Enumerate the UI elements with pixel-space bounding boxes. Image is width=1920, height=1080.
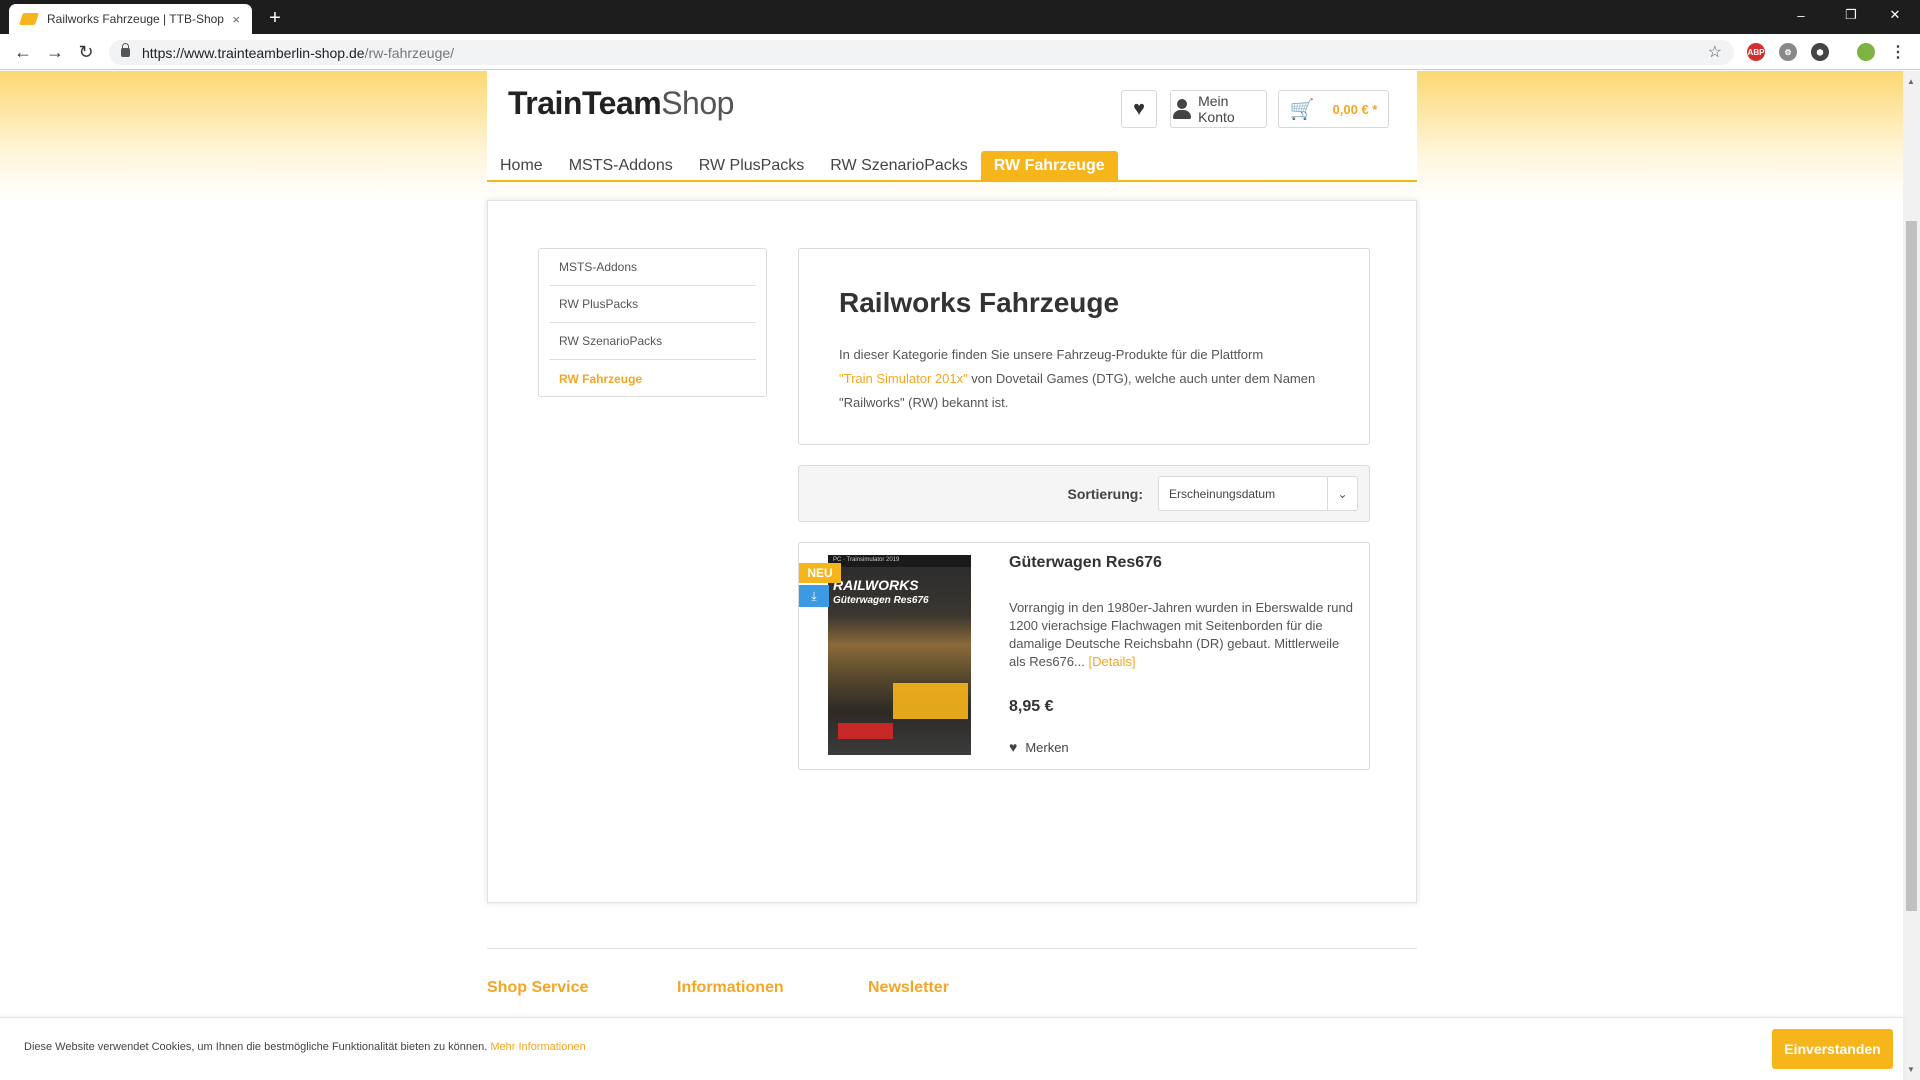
wishlist-button[interactable]: ♥: [1121, 90, 1157, 128]
sort-bar: Sortierung: Erscheinungsdatum ⌄: [798, 465, 1370, 522]
sidebar-item-rw-pluspacks[interactable]: RW PlusPacks: [549, 286, 756, 323]
merken-button[interactable]: ♥ Merken: [1009, 739, 1069, 755]
account-button[interactable]: Mein Konto: [1170, 90, 1267, 128]
scroll-thumb[interactable]: [1906, 221, 1917, 911]
new-badge: NEU: [799, 563, 841, 583]
bookmark-star-icon[interactable]: ☆: [1708, 42, 1722, 62]
sidebar-item-msts-addons[interactable]: MSTS-Addons: [549, 249, 756, 286]
cookie-accept-button[interactable]: Einverstanden: [1772, 1029, 1893, 1069]
category-sidebar: MSTS-Addons RW PlusPacks RW SzenarioPack…: [538, 248, 767, 397]
page-title: Railworks Fahrzeuge: [839, 287, 1120, 318]
chevron-down-icon[interactable]: ⌄: [1327, 477, 1357, 510]
sidebar-item-rw-szenariopacks[interactable]: RW SzenarioPacks: [549, 323, 756, 360]
sort-select[interactable]: Erscheinungsdatum ⌄: [1158, 476, 1358, 511]
user-icon: [1171, 98, 1192, 120]
cover-label: [838, 723, 893, 739]
product-box: PC · Trainsimulator 2019 RAILWORKS Güter…: [798, 542, 1370, 770]
close-window-button[interactable]: ✕: [1872, 0, 1918, 30]
tab-title: Railworks Fahrzeuge | TTB-Shop: [47, 12, 224, 26]
sort-label: Sortierung:: [1067, 486, 1143, 502]
sidebar-item-rw-fahrzeuge[interactable]: RW Fahrzeuge: [549, 360, 756, 397]
account-label: Mein Konto: [1198, 93, 1235, 125]
cart-total: 0,00 € *: [1332, 101, 1378, 117]
scroll-up-icon[interactable]: ▲: [1907, 77, 1915, 86]
restore-button[interactable]: ❐: [1828, 0, 1874, 30]
product-title[interactable]: Güterwagen Res676: [1009, 554, 1162, 572]
train-simulator-link[interactable]: "Train Simulator 201x": [839, 371, 968, 386]
url-text: https://www.trainteamberlin-shop.de/rw-f…: [142, 44, 455, 61]
extension-icon[interactable]: ⚙: [1779, 43, 1797, 61]
cube-icon[interactable]: ⬢: [1811, 43, 1829, 61]
menu-icon[interactable]: ⋮: [1889, 43, 1907, 61]
address-bar[interactable]: https://www.trainteamberlin-shop.de/rw-f…: [109, 40, 1734, 65]
footer-heading-informationen: Informationen: [677, 979, 784, 996]
adblock-icon[interactable]: ABP: [1747, 43, 1765, 61]
product-image[interactable]: PC · Trainsimulator 2019 RAILWORKS Güter…: [828, 555, 971, 755]
product-price: 8,95 €: [1009, 698, 1054, 715]
tab-close-icon[interactable]: ×: [232, 12, 240, 27]
main-navigation: Home MSTS-Addons RW PlusPacks RW Szenari…: [487, 151, 1417, 182]
cover-banner: [893, 683, 968, 719]
lock-icon: [121, 43, 130, 57]
forward-icon[interactable]: →: [43, 40, 67, 64]
cookie-text: Diese Website verwendet Cookies, um Ihne…: [24, 1041, 586, 1053]
heart-icon: ♥: [1133, 97, 1145, 120]
browser-tabbar: Railworks Fahrzeuge | TTB-Shop × + – ❐ ✕: [0, 0, 1920, 34]
heart-icon: ♥: [1009, 739, 1018, 755]
download-icon: ⤓: [799, 585, 829, 607]
page-scrollbar[interactable]: ▲ ▼: [1903, 71, 1920, 1080]
scroll-down-icon[interactable]: ▼: [1907, 1065, 1915, 1074]
footer-heading-newsletter: Newsletter: [868, 979, 949, 996]
shop-logo[interactable]: TrainTeamShop: [508, 85, 734, 122]
favicon-icon: [19, 13, 39, 25]
product-description: Vorrangig in den 1980er-Jahren wurden in…: [1009, 600, 1353, 669]
reload-icon[interactable]: ↻: [74, 40, 98, 64]
nav-item-rw-fahrzeuge[interactable]: RW Fahrzeuge: [980, 151, 1118, 180]
browser-toolbar: ← → ↻ https://www.trainteamberlin-shop.d…: [0, 34, 1920, 70]
nav-item-msts-addons[interactable]: MSTS-Addons: [556, 151, 686, 180]
content-panel: MSTS-Addons RW PlusPacks RW SzenarioPack…: [487, 200, 1417, 903]
page-viewport: TrainTeamShop ♥ Mein Konto 🛒 0,00 € * Ho…: [0, 71, 1903, 1080]
cookie-bar: Diese Website verwendet Cookies, um Ihne…: [0, 1017, 1903, 1080]
browser-tab[interactable]: Railworks Fahrzeuge | TTB-Shop ×: [9, 4, 252, 34]
footer-heading-shop-service: Shop Service: [487, 979, 589, 996]
cart-icon: 🛒: [1289, 98, 1315, 121]
cart-button[interactable]: 🛒 0,00 € *: [1278, 90, 1389, 128]
minimize-button[interactable]: –: [1778, 0, 1824, 30]
back-icon[interactable]: ←: [11, 40, 35, 64]
profile-avatar-icon[interactable]: [1857, 43, 1875, 61]
nav-item-home[interactable]: Home: [487, 151, 556, 180]
category-description: In dieser Kategorie finden Sie unsere Fa…: [839, 347, 1316, 410]
nav-item-rw-pluspacks[interactable]: RW PlusPacks: [686, 151, 818, 180]
new-tab-button[interactable]: +: [262, 5, 288, 31]
category-description-box: Railworks Fahrzeuge In dieser Kategorie …: [798, 248, 1370, 445]
footer-divider: [487, 948, 1417, 949]
nav-item-rw-szenariopacks[interactable]: RW SzenarioPacks: [817, 151, 981, 180]
site-header: TrainTeamShop ♥ Mein Konto 🛒 0,00 € * Ho…: [487, 71, 1417, 182]
cookie-more-info-link[interactable]: Mehr Informationen: [490, 1041, 585, 1053]
details-link[interactable]: [Details]: [1089, 654, 1136, 669]
